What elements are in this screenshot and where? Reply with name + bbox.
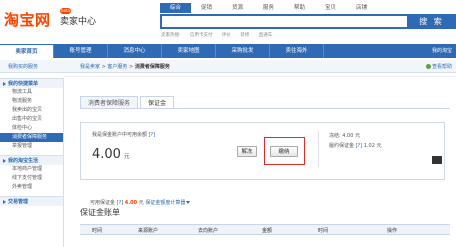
- sidebar-section-trade[interactable]: 交易管理: [0, 196, 63, 206]
- column-header: 金额: [262, 228, 273, 234]
- nav-wholesale[interactable]: 采购批发: [216, 44, 270, 58]
- main-nav: 卖家首页 账号管理 消息中心 卖家地图 采购批发 卖往海外 我的淘宝: [0, 44, 456, 58]
- search-tab-promo[interactable]: 促销: [191, 3, 222, 13]
- release-button[interactable]: 解冻: [237, 146, 257, 157]
- available-help-icon[interactable]: [?]: [117, 200, 124, 206]
- column-header: 来源账户: [138, 228, 159, 234]
- content-divider: [64, 76, 456, 77]
- bill-table-header: 时间 来源账户 去向账户 金额 时间 操作: [80, 224, 450, 235]
- search-tab-all[interactable]: 综合: [160, 3, 191, 13]
- seller-center-title: 卖家中心: [60, 17, 97, 27]
- search-tab-service[interactable]: 服务: [253, 3, 284, 13]
- available-value: 4.00: [124, 200, 138, 206]
- sidebar-item-logistics-service[interactable]: 物流服务: [0, 97, 63, 106]
- sidebar-item-logistics-tools[interactable]: 物流工具: [0, 88, 63, 97]
- search-button[interactable]: 搜 索: [407, 14, 456, 29]
- hot-search-row: 卖家热搜: 信用卡支付 评价 装修 直通车: [161, 32, 280, 38]
- sidebar-item-consumer-protection[interactable]: 消费者保障服务: [0, 133, 63, 142]
- hot-term-link[interactable]: 信用卡支付: [190, 33, 213, 38]
- nav-seller-map[interactable]: 卖家地图: [162, 44, 216, 58]
- chevron-down-icon[interactable]: [186, 201, 191, 204]
- search-input[interactable]: [160, 14, 407, 29]
- sidebar-section-shortcuts[interactable]: 我的快捷菜单: [0, 78, 63, 88]
- nav-messages[interactable]: 消息中心: [108, 44, 162, 58]
- seller-center-page: 淘宝网 beta 卖家中心 综合 促销 货源 服务 帮助 宝贝 店铺 搜 索 卖…: [0, 0, 456, 247]
- balance-amount: 4.00 元: [92, 147, 129, 162]
- corner-marker: [432, 156, 442, 164]
- breadcrumb: 我是卖家 > 客户服务 > 消费者保障服务: [80, 63, 170, 70]
- breadcrumb-sep: >: [129, 64, 134, 70]
- hot-search-label: 卖家热搜:: [161, 33, 181, 38]
- breadcrumb-sep: >: [101, 64, 106, 70]
- available-label: 可用保证金: [90, 200, 116, 206]
- sidebar-item-sold-items[interactable]: 我卖出的宝贝: [0, 106, 63, 115]
- available-deposit-row: 可用保证金 [?] 4.00 元 保证金额度计算器: [90, 199, 191, 206]
- sidebar: 我的快捷菜单 物流工具 物流服务 我卖出的宝贝 出售中的宝贝 体检中心 消费者保…: [0, 78, 64, 247]
- balance-help-icon[interactable]: [?]: [149, 132, 156, 138]
- hot-term-link[interactable]: 直通车: [259, 33, 273, 38]
- help-link[interactable]: 查看帮助: [425, 63, 452, 70]
- frozen-row: 冻结: 4.00 元: [329, 131, 382, 141]
- required-value: 1.02 元: [363, 143, 382, 149]
- column-header: 操作: [387, 228, 398, 234]
- purchased-services-link[interactable]: 我购买的服务: [8, 63, 38, 70]
- breadcrumb-current: 消费者保障服务: [134, 64, 170, 70]
- sidebar-item-local-merchant[interactable]: 本地商户管理: [0, 165, 63, 174]
- taobao-logo[interactable]: 淘宝网: [4, 9, 51, 30]
- hot-term-link[interactable]: 评价: [222, 33, 231, 38]
- balance-label-text: 我是保金账户中可用余额: [92, 132, 148, 138]
- sidebar-item-offline-payment[interactable]: 线下支付管理: [0, 174, 63, 183]
- deposit-bill-title: 保证金账单: [80, 208, 120, 217]
- column-header: 时间: [318, 228, 329, 234]
- deposit-calculator-link[interactable]: 保证金额度计算器: [145, 200, 185, 206]
- frozen-value: 4.00 元: [342, 133, 361, 139]
- deposit-panel: 我是保金账户中可用余额 [?] 4.00 元 解冻 缴纳 冻结: 4.00 元 履…: [80, 122, 445, 180]
- column-header: 时间: [92, 228, 103, 234]
- deposit-stats: 冻结: 4.00 元 履约保证金 [?] 1.02 元: [329, 131, 382, 151]
- sidebar-item-takeout[interactable]: 外卖管理: [0, 183, 63, 192]
- balance-value: 4.00: [92, 147, 121, 162]
- required-row: 履约保证金 [?] 1.02 元: [329, 141, 382, 151]
- required-label: 履约保证金: [329, 143, 355, 149]
- hot-term-link[interactable]: 装修: [240, 33, 249, 38]
- sidebar-item-checkup[interactable]: 体检中心: [0, 124, 63, 133]
- breadcrumb-home[interactable]: 我是卖家: [80, 64, 100, 70]
- sidebar-item-reports[interactable]: 举报管理: [0, 142, 63, 151]
- breadcrumb-parent[interactable]: 客户服务: [107, 64, 127, 70]
- required-help-icon[interactable]: [?]: [356, 143, 363, 149]
- help-icon: [425, 64, 431, 69]
- header: 淘宝网 beta 卖家中心 综合 促销 货源 服务 帮助 宝贝 店铺 搜 索 卖…: [0, 0, 456, 42]
- sidebar-section-local-life[interactable]: 我的淘宝生活: [0, 155, 63, 165]
- nav-seller-home[interactable]: 卖家首页: [0, 44, 54, 58]
- frozen-label: 冻结:: [329, 133, 341, 139]
- nav-account[interactable]: 账号管理: [54, 44, 108, 58]
- balance-unit: 元: [123, 154, 130, 160]
- nav-overseas[interactable]: 卖往海外: [270, 44, 324, 58]
- column-header: 去向账户: [198, 228, 219, 234]
- search-tab-supply[interactable]: 货源: [222, 3, 253, 13]
- breadcrumb-bar: 我购买的服务 我是卖家 > 客户服务 > 消费者保障服务 查看帮助: [0, 60, 456, 73]
- search-tabs: 综合 促销 货源 服务 帮助 宝贝 店铺: [160, 3, 377, 13]
- available-unit: 元: [138, 200, 144, 206]
- search-tab-item[interactable]: 宝贝: [315, 3, 346, 13]
- search-tab-shop[interactable]: 店铺: [346, 3, 377, 13]
- balance-label: 我是保金账户中可用余额 [?]: [92, 131, 155, 138]
- my-taobao-link[interactable]: 我的淘宝: [432, 44, 452, 58]
- sidebar-item-on-sale[interactable]: 出售中的宝贝: [0, 115, 63, 124]
- panel-divider: [318, 131, 319, 167]
- pay-button[interactable]: 缴纳: [270, 146, 298, 157]
- help-link-label: 查看帮助: [431, 64, 452, 70]
- tab-underline: [80, 108, 450, 109]
- search-tab-help[interactable]: 帮助: [284, 3, 315, 13]
